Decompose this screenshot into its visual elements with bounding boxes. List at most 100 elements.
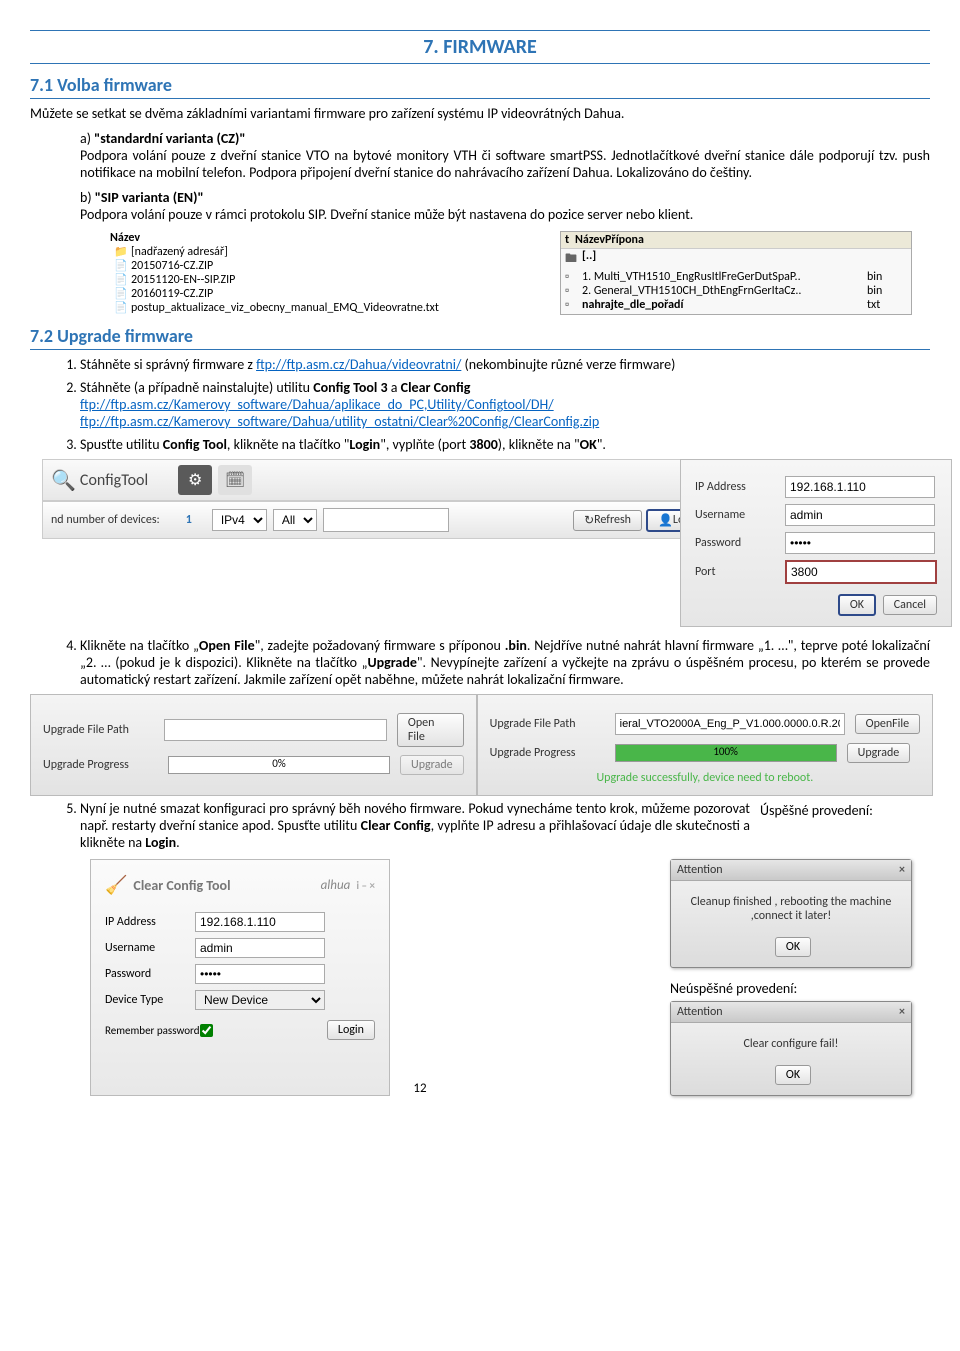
attn-ok-button-2[interactable]: OK <box>775 1065 811 1085</box>
filter-input[interactable] <box>323 508 449 532</box>
variant-a-bullet: a) <box>80 130 91 147</box>
s5d: Login <box>145 834 176 851</box>
user-input[interactable] <box>785 504 935 526</box>
s3h: OK <box>580 436 597 453</box>
progress-bar-right: 100% <box>615 744 837 762</box>
search-icon: 🔍 <box>51 468 76 493</box>
s3i: ". <box>597 436 606 453</box>
upg-prog-label: Upgrade Progress <box>43 758 168 772</box>
step4-openfile: Open File <box>199 637 255 654</box>
clear-config-title: Clear Config Tool <box>133 877 230 894</box>
port-input[interactable] <box>785 560 937 584</box>
file-right-ext-2: bin <box>867 284 907 298</box>
gear-icon[interactable]: ⚙ <box>178 465 212 495</box>
step-4: Klikněte na tlačítko „Open File", zadejt… <box>80 637 930 688</box>
step4-m1: ", zadejte požadovaný firmware s přípono… <box>255 637 505 654</box>
step4-prefix: Klikněte na tlačítko „ <box>80 637 199 654</box>
attention-fail-dialog: Attention × Clear configure fail! OK <box>670 1001 912 1096</box>
variant-b-bullet: b) <box>80 189 92 206</box>
file-right-row-1: 1. Multi_VTH1510_EngRusItlFreGerDutSpaP.… <box>582 270 867 284</box>
step2-link2[interactable]: ftp://ftp.asm.cz/Kamerovy_software/Dahua… <box>80 413 599 430</box>
attn-title-2: Attention <box>677 1005 723 1019</box>
step-1: Stáhněte si správný firmware z ftp://ftp… <box>80 356 930 373</box>
ip-input[interactable] <box>785 476 935 498</box>
devices-count: 1 <box>186 513 192 527</box>
upg-path-input-right[interactable] <box>615 713 845 735</box>
file-list-right: t Název Přípona 🖿[..] ▫1. Multi_VTH1510_… <box>560 231 912 315</box>
section-7-title: 7. FIRMWARE <box>30 30 930 64</box>
upg-path-label: Upgrade File Path <box>43 723 164 737</box>
attn-ok-msg: Cleanup finished , rebooting the machine… <box>671 881 911 937</box>
upgrade-button-left[interactable]: Upgrade <box>400 755 464 775</box>
upgrade-button-right[interactable]: Upgrade <box>847 743 911 763</box>
progress-0: 0% <box>169 757 389 770</box>
clear-config-panel: 🧹 Clear Config Tool alhua i – × IP Addre… <box>90 859 390 1096</box>
file-icon <box>114 301 128 315</box>
variant-a-text: Podpora volání pouze z dveřní stanice VT… <box>80 147 930 181</box>
ipv-select[interactable]: IPv4 <box>212 509 267 531</box>
refresh-button[interactable]: ↻ Refresh <box>573 510 642 531</box>
all-select[interactable]: All <box>273 509 317 531</box>
cc-type-select[interactable]: New Device <box>195 990 325 1010</box>
step2-mid: a <box>388 379 401 396</box>
step-3: Spusťte utilitu Config Tool, klikněte na… <box>80 436 930 453</box>
cancel-button[interactable]: Cancel <box>883 595 937 615</box>
file-icon: ▫ <box>565 298 579 312</box>
file-right-ext-0 <box>867 249 907 270</box>
login-panel: IP Address Username Password Port OK Can… <box>680 459 952 627</box>
cc-login-button[interactable]: Login <box>327 1020 375 1040</box>
cc-user-input[interactable] <box>195 938 325 958</box>
file-icon: ▫ <box>565 284 579 298</box>
brand-logo: alhua <box>321 878 351 893</box>
s5b: Clear Config <box>361 817 431 834</box>
file-left-row-2: 20151120-EN--SIP.ZIP <box>131 273 456 287</box>
step4-bin: .bin <box>505 637 527 654</box>
attn-fail-msg: Clear configure fail! <box>671 1023 911 1065</box>
cc-remember-checkbox[interactable] <box>200 1024 213 1037</box>
file-icon <box>114 287 128 301</box>
cc-pwd-input[interactable] <box>195 964 325 984</box>
file-list-left: Název [nadřazený adresář] 20150716-CZ.ZI… <box>110 231 460 315</box>
file-right-ext-3: txt <box>867 298 907 312</box>
step4-upgrade: Upgrade <box>367 654 416 671</box>
section-7-1-title: 7.1 Volba firmware <box>30 74 930 99</box>
s3f: 3800 <box>469 436 497 453</box>
cc-ip-input[interactable] <box>195 912 325 932</box>
attn-ok-button-1[interactable]: OK <box>775 937 811 957</box>
s3b: Config Tool <box>163 436 227 453</box>
open-file-button-right[interactable]: OpenFile <box>855 714 921 734</box>
ip-label: IP Address <box>695 480 785 494</box>
variant-b-title: "SIP varianta (EN)" <box>95 189 204 206</box>
refresh-label: Refresh <box>594 513 631 527</box>
upg-prog-label-r: Upgrade Progress <box>490 746 615 760</box>
step1-link[interactable]: ftp://ftp.asm.cz/Dahua/videovratni/ <box>256 356 461 373</box>
file-right-row-3: nahrajte_dle_pořadí <box>582 298 867 312</box>
attn-title-1: Attention <box>677 863 723 877</box>
window-controls[interactable]: i – × <box>356 879 375 892</box>
upg-path-input-left[interactable] <box>164 719 387 741</box>
file-icon <box>114 273 128 287</box>
file-icon <box>114 259 128 273</box>
close-icon[interactable]: × <box>899 863 905 877</box>
pwd-input[interactable] <box>785 532 935 554</box>
close-icon[interactable]: × <box>899 1005 905 1019</box>
file-left-row-1: 20150716-CZ.ZIP <box>131 259 456 273</box>
upgrade-panel-right: Upgrade File Path OpenFile Upgrade Progr… <box>477 694 934 796</box>
open-file-button-left[interactable]: Open File <box>397 713 464 747</box>
folder-up-icon: 🖿 <box>565 249 579 270</box>
calendar-icon[interactable]: 🗓 <box>218 465 252 495</box>
configtool-title: ConfigTool <box>80 471 148 490</box>
s3c: , klikněte na tlačítko " <box>227 436 349 453</box>
page-number: 12 <box>390 1081 450 1096</box>
ok-button[interactable]: OK <box>838 594 876 616</box>
file-icon: ▫ <box>565 270 579 284</box>
s3a: Spusťte utilitu <box>80 436 163 453</box>
file-right-header-ext: Přípona <box>605 233 644 247</box>
step1-text-b: (nekombinujte různé verze firmware) <box>465 356 676 373</box>
step-5: Nyní je nutné smazat konfiguraci pro spr… <box>80 800 930 851</box>
cc-pwd-label: Password <box>105 967 195 981</box>
s3e: ", vyplňte (port <box>380 436 469 453</box>
cc-type-label: Device Type <box>105 993 195 1007</box>
step2-link1[interactable]: ftp://ftp.asm.cz/Kamerovy_software/Dahua… <box>80 396 554 413</box>
step-2: Stáhněte (a případně nainstalujte) utili… <box>80 379 930 430</box>
